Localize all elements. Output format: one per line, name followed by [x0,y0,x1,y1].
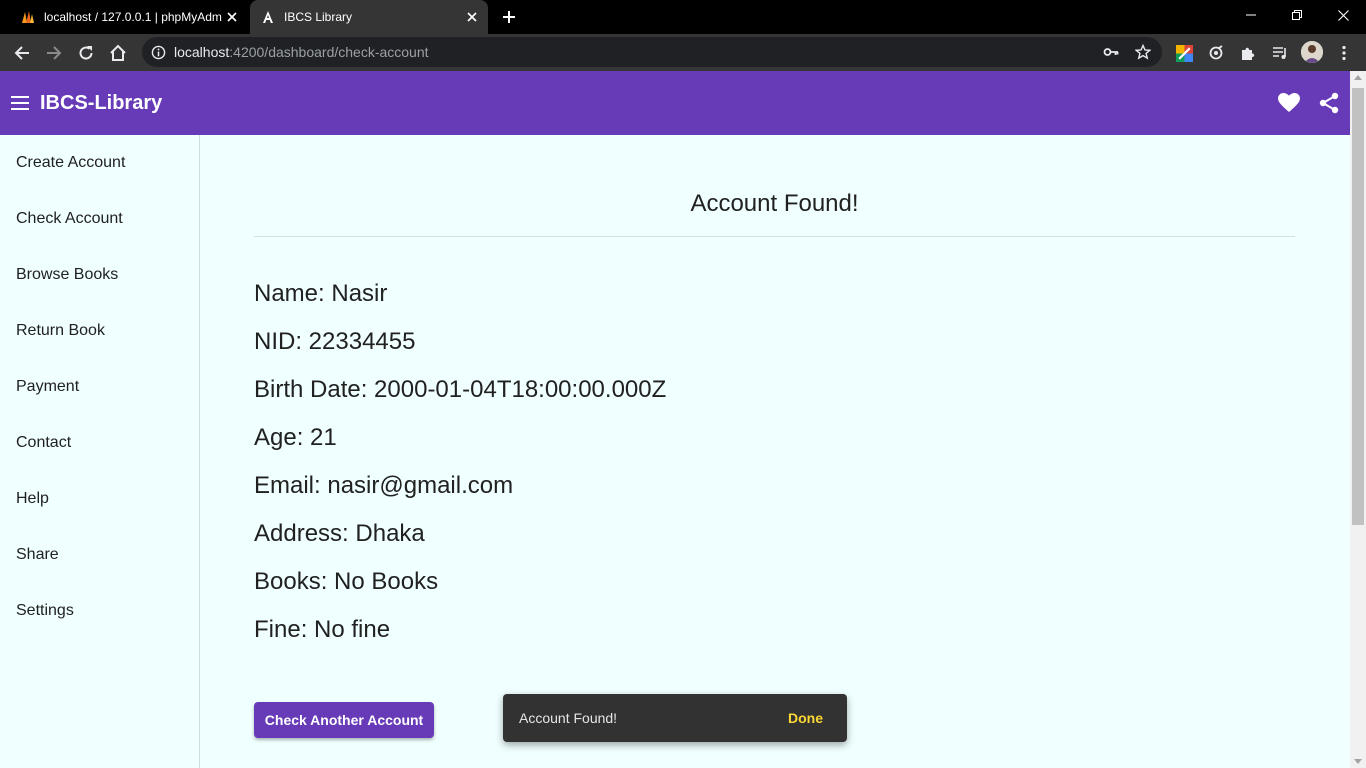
scroll-down-arrow-icon[interactable] [1354,759,1362,764]
page-title: Account Found! [690,190,859,217]
field-birth-date: Birth Date: 2000-01-04T18:00:00.000Z [254,371,666,419]
sidebar-item-share[interactable]: Share [0,527,199,583]
tab-title: IBCS Library [284,10,353,24]
key-icon[interactable] [1102,43,1120,61]
account-details: Name: Nasir NID: 22334455 Birth Date: 20… [254,275,666,659]
restore-button[interactable] [1274,0,1320,30]
field-email: Email: nasir@gmail.com [254,467,666,515]
field-nid: NID: 22334455 [254,323,666,371]
minimize-button[interactable] [1228,0,1274,30]
colorful-extension-icon[interactable] [1173,42,1195,64]
sidebar: Create Account Check Account Browse Book… [0,135,200,768]
app-title: IBCS-Library [40,92,163,114]
field-value: 2000-01-04T18:00:00.000Z [374,376,667,403]
field-name: Name: Nasir [254,275,666,323]
field-label: Books: [254,568,335,595]
more-vert-icon[interactable] [1333,42,1355,64]
field-books: Books: No Books [254,563,666,611]
check-another-account-button[interactable]: Check Another Account [254,702,434,738]
field-label: Email: [254,472,328,499]
reload-button[interactable] [73,40,99,66]
divider [254,236,1295,237]
url-host: localhost [174,44,230,60]
field-label: Birth Date: [254,376,375,403]
field-label: Age: [254,424,311,451]
field-value: 21 [310,424,337,451]
tab-title: localhost / 127.0.0.1 | phpMyAdmin [44,10,222,24]
field-value: 22334455 [308,328,416,355]
field-label: Name: [254,280,332,307]
app-toolbar: IBCS-Library [0,71,1350,135]
url-text[interactable]: localhost:4200/dashboard/check-account [174,44,429,60]
tab-phpmyadmin[interactable]: localhost / 127.0.0.1 | phpMyAdmin [10,0,248,34]
media-control-icon[interactable] [1269,42,1291,64]
field-value: No fine [314,616,391,643]
field-value: No Books [334,568,439,595]
sidebar-item-payment[interactable]: Payment [0,359,199,415]
scrollbar-thumb[interactable] [1352,88,1364,525]
sidebar-item-contact[interactable]: Contact [0,415,199,471]
star-icon[interactable] [1134,43,1152,61]
snackbar-done-button[interactable]: Done [788,710,823,726]
browser-tab-strip: localhost / 127.0.0.1 | phpMyAdmin IBCS … [0,0,1366,34]
url-path: :4200/dashboard/check-account [229,44,429,60]
sidebar-item-help[interactable]: Help [0,471,199,527]
browser-toolbar: localhost:4200/dashboard/check-account [0,34,1366,71]
close-icon[interactable] [462,7,482,27]
field-label: Fine: [254,616,315,643]
page-scrollbar[interactable] [1350,71,1366,768]
field-value: nasir@gmail.com [327,472,514,499]
new-tab-button[interactable] [498,6,520,28]
sidebar-item-settings[interactable]: Settings [0,583,199,639]
back-button[interactable] [9,40,35,66]
sidebar-item-return-book[interactable]: Return Book [0,303,199,359]
share-icon[interactable] [1317,91,1341,115]
angular-icon [260,9,276,25]
extension-icon[interactable] [1205,42,1227,64]
sidebar-item-create-account[interactable]: Create Account [0,135,199,191]
menu-icon[interactable] [9,92,31,114]
app-root: IBCS-Library Create Account Check Accoun… [0,71,1350,768]
info-icon[interactable] [150,44,166,60]
puzzle-icon[interactable] [1237,42,1259,64]
phpmyadmin-icon [20,9,36,25]
snackbar: Account Found! Done [503,694,847,742]
field-label: NID: [254,328,309,355]
address-bar[interactable]: localhost:4200/dashboard/check-account [142,37,1162,67]
sidebar-item-check-account[interactable]: Check Account [0,191,199,247]
field-value: Dhaka [355,520,425,547]
tab-ibcs-library[interactable]: IBCS Library [250,0,488,34]
field-fine: Fine: No fine [254,611,666,659]
close-icon[interactable] [222,7,242,27]
home-button[interactable] [105,40,131,66]
close-window-button[interactable] [1320,0,1366,30]
snackbar-message: Account Found! [519,710,618,726]
heart-icon[interactable] [1277,91,1301,115]
main-content: Account Found! Name: Nasir NID: 22334455… [200,135,1350,768]
profile-avatar[interactable] [1301,41,1323,63]
field-value: Nasir [331,280,388,307]
forward-button[interactable] [41,40,67,66]
field-address: Address: Dhaka [254,515,666,563]
sidebar-item-browse-books[interactable]: Browse Books [0,247,199,303]
field-label: Address: [254,520,356,547]
scroll-up-arrow-icon[interactable] [1354,75,1362,80]
field-age: Age: 21 [254,419,666,467]
